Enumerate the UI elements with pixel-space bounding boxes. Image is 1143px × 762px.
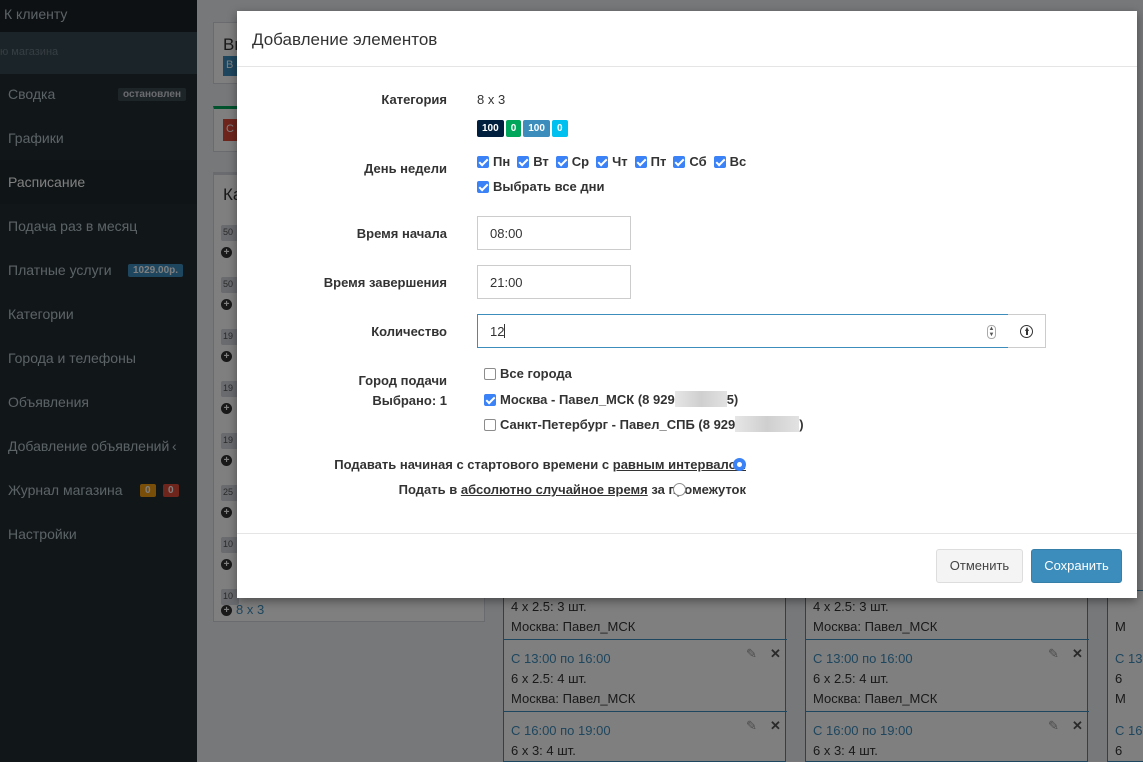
category-label: Категория: [381, 92, 447, 107]
option-link[interactable]: равным интервалом: [613, 457, 746, 472]
city-label-text: ): [799, 417, 804, 432]
select-all-days-label: Выбрать все дни: [493, 179, 605, 194]
redacted-phone: [735, 416, 800, 432]
city-label: Город подачи: [358, 373, 447, 388]
option-link[interactable]: абсолютно случайное время: [461, 482, 648, 497]
checkbox[interactable]: [517, 156, 530, 168]
day-label: Вс: [729, 154, 747, 169]
random-time-option[interactable]: Подать в абсолютно случайное время за пр…: [399, 482, 746, 497]
checkbox[interactable]: [713, 156, 726, 168]
end-time-input[interactable]: 21:00: [477, 265, 631, 299]
checkbox[interactable]: [477, 156, 489, 168]
modal-header: Добавление элементов: [237, 11, 1137, 67]
arrow-up-circle-icon: [1020, 324, 1033, 338]
city-checkbox-spb[interactable]: Санкт-Петербург - Павел_СПБ (8 929): [484, 416, 804, 432]
save-button[interactable]: Сохранить: [1031, 549, 1122, 583]
day-label: Вт: [533, 154, 549, 169]
option-text: Подать в: [398, 482, 458, 497]
checkbox[interactable]: [484, 368, 496, 380]
checkbox[interactable]: [477, 181, 489, 193]
weekday-label: День недели: [364, 161, 447, 176]
day-label: Пт: [650, 154, 667, 169]
tag-badge: 100: [477, 120, 504, 137]
interval-radio[interactable]: [733, 458, 746, 471]
day-checkbox-mon[interactable]: Пн: [477, 154, 510, 169]
checkbox[interactable]: [634, 156, 647, 168]
day-checkbox-fri[interactable]: Пт: [634, 154, 667, 169]
day-label: Сб: [689, 154, 707, 169]
quantity-addon-button[interactable]: [1008, 314, 1046, 348]
day-label: Чт: [612, 154, 628, 169]
random-time-radio[interactable]: [673, 483, 686, 496]
option-text: за промежуток: [651, 482, 746, 497]
modal-title: Добавление элементов: [252, 30, 438, 49]
weekday-checkboxes: Пн Вт Ср Чт Пт Сб Вс: [477, 154, 753, 169]
start-time-input[interactable]: 08:00: [477, 216, 631, 250]
day-label: Пн: [493, 154, 511, 169]
tag-badge: 100: [523, 120, 550, 137]
city-checkbox-moscow[interactable]: Москва - Павел_МСК (8 929 5): [484, 391, 738, 407]
cancel-button[interactable]: Отменить: [936, 549, 1023, 583]
quantity-stepper[interactable]: ▲ ▼: [987, 325, 996, 339]
tag-badge: 0: [551, 120, 568, 137]
checkbox[interactable]: [596, 156, 609, 168]
day-checkbox-thu[interactable]: Чт: [596, 154, 628, 169]
day-checkbox-wed[interactable]: Ср: [555, 154, 590, 169]
select-all-days-checkbox[interactable]: Выбрать все дни: [477, 179, 605, 194]
end-time-label: Время завершения: [323, 275, 447, 290]
category-value: 8 x 3: [477, 92, 506, 107]
category-tags: 100 0 100 0: [477, 119, 570, 137]
checkbox[interactable]: [673, 156, 686, 168]
day-checkbox-sun[interactable]: Вс: [713, 154, 747, 169]
tag-badge: 0: [505, 120, 522, 137]
quantity-input[interactable]: 12 ▲ ▼: [477, 314, 1009, 348]
city-label-text: 5): [726, 392, 739, 407]
city-label-text: Санкт-Петербург - Павел_СПБ (8 929: [500, 417, 736, 432]
text-caret: [504, 324, 506, 338]
city-label-text: Москва - Павел_МСК (8 929: [500, 392, 675, 407]
start-time-label: Время начала: [356, 226, 447, 241]
day-checkbox-sat[interactable]: Сб: [673, 154, 707, 169]
option-text: Подавать начиная с стартового времени с: [334, 457, 610, 472]
city-checkbox-all[interactable]: Все города: [484, 366, 572, 381]
checkbox[interactable]: [484, 394, 496, 406]
checkbox[interactable]: [555, 156, 568, 168]
quantity-value: 12: [490, 324, 505, 339]
add-elements-modal: Добавление элементов Категория 8 x 3 100…: [237, 11, 1137, 598]
checkbox[interactable]: [484, 419, 496, 431]
quantity-label: Количество: [371, 324, 447, 339]
day-checkbox-tue[interactable]: Вт: [517, 154, 549, 169]
selected-count-label: Выбрано: 1: [372, 393, 447, 408]
redacted-phone: [674, 391, 727, 407]
interval-option[interactable]: Подавать начиная с стартового времени с …: [334, 457, 746, 472]
city-label-text: Все города: [500, 366, 572, 381]
day-label: Ср: [571, 154, 590, 169]
